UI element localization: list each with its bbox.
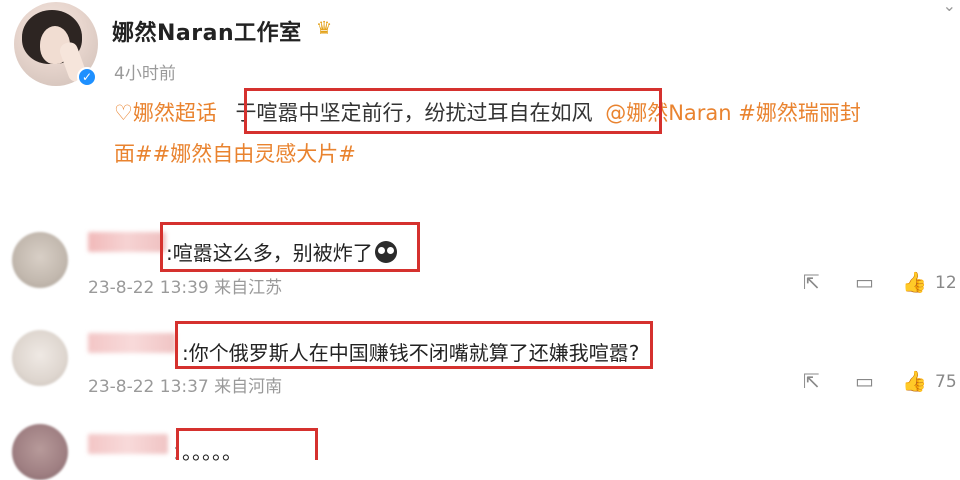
commenter-name-blurred[interactable] xyxy=(88,333,176,353)
commenter-avatar[interactable] xyxy=(12,330,68,386)
highlight-box xyxy=(244,88,662,134)
commenter-avatar[interactable] xyxy=(12,232,68,288)
like-icon[interactable]: 👍 xyxy=(902,270,927,294)
like-count: 75 xyxy=(935,372,957,392)
highlight-box xyxy=(176,428,318,460)
commenter-avatar[interactable] xyxy=(12,424,68,480)
comment-meta: 23-8-22 13:39 来自江苏 xyxy=(88,278,283,298)
share-icon[interactable]: ⇱ xyxy=(803,270,820,294)
verified-badge-icon: ✓ xyxy=(77,67,97,87)
post-time: 4小时前 xyxy=(114,64,176,84)
super-topic-icon: ♡ xyxy=(114,101,133,125)
commenter-name-blurred[interactable] xyxy=(88,232,166,252)
chevron-down-icon[interactable]: ⌄ xyxy=(943,0,956,15)
crown-icon: ♛ xyxy=(316,18,333,39)
super-topic-link[interactable]: 娜然超话 xyxy=(133,101,217,125)
like-icon[interactable]: 👍 xyxy=(902,369,927,393)
share-icon[interactable]: ⇱ xyxy=(803,369,820,393)
comment-icon[interactable]: ▭ xyxy=(855,270,874,294)
commenter-name-blurred[interactable] xyxy=(88,434,168,454)
author-name[interactable]: 娜然Naran工作室 xyxy=(112,15,302,47)
comment-meta: 23-8-22 13:37 来自河南 xyxy=(88,377,283,397)
like-count: 12 xyxy=(935,273,957,293)
highlight-box xyxy=(160,222,420,272)
highlight-box xyxy=(175,321,653,369)
comment-icon[interactable]: ▭ xyxy=(855,369,874,393)
post-text-line-2[interactable]: 面##娜然自由灵感大片# xyxy=(114,138,356,168)
